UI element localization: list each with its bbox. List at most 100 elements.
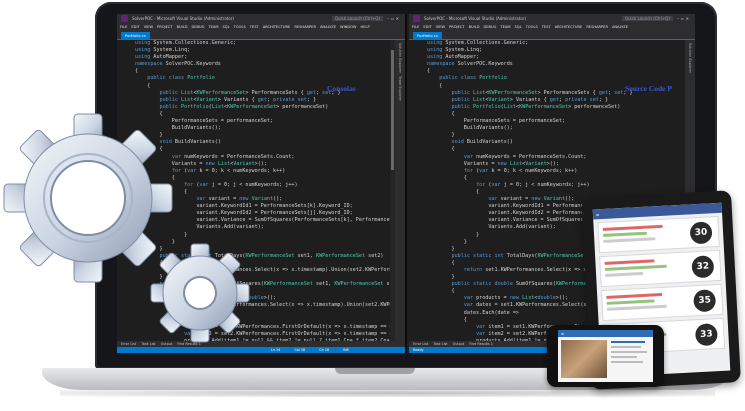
tablet-card[interactable]: 32 bbox=[599, 249, 722, 288]
code-line: using AutoMapper; bbox=[135, 54, 188, 61]
tab-error-list[interactable]: Error List bbox=[121, 342, 136, 346]
quick-launch-input[interactable]: Quick Launch (Ctrl+Q) bbox=[331, 16, 383, 21]
code-line: PerformanceSets = performanceSet; bbox=[427, 118, 566, 125]
code-line: } bbox=[135, 132, 163, 139]
code-line: var variant = new Variant(); bbox=[196, 196, 283, 203]
menu-project[interactable]: PROJECT bbox=[157, 25, 173, 29]
tab-portfolio-cs[interactable]: Portfolio.cs bbox=[121, 32, 150, 39]
status-col: Col 18 bbox=[294, 348, 306, 352]
menu-file[interactable]: FILE bbox=[412, 25, 419, 29]
menu-architecture[interactable]: ARCHITECTURE bbox=[555, 25, 583, 29]
code-line: PerformanceSets = performanceSet; bbox=[135, 118, 274, 125]
code-line: { bbox=[159, 146, 163, 153]
tool-solution-explorer[interactable]: Solution Explorer bbox=[398, 43, 402, 73]
menu-window[interactable]: WINDOW bbox=[340, 25, 356, 29]
menu-view[interactable]: VIEW bbox=[436, 25, 445, 29]
status-bar: Ln 24 Col 18 Ch 18 INS bbox=[117, 347, 405, 353]
code-line: { bbox=[427, 110, 455, 117]
tablet-card[interactable]: 35 bbox=[600, 283, 724, 322]
menu-help[interactable]: HELP bbox=[360, 25, 369, 29]
tab-output[interactable]: Output bbox=[453, 342, 465, 346]
menu-edit[interactable]: EDIT bbox=[423, 25, 431, 29]
laptop-notch bbox=[335, 368, 415, 374]
menu-debug[interactable]: DEBUG bbox=[192, 25, 205, 29]
tab-task-list[interactable]: Task List bbox=[433, 342, 447, 346]
tab-error-list[interactable]: Error List bbox=[413, 342, 428, 346]
menu-analyze[interactable]: ANALYZE bbox=[612, 25, 628, 29]
phone-device: ≡ bbox=[547, 325, 664, 387]
product-image[interactable] bbox=[561, 340, 607, 378]
code-line: for (var k = 0; k < numKeywords; k++) bbox=[463, 167, 578, 174]
menu-bar: FILE EDIT VIEW PROJECT BUILD DEBUG TEAM SQL TOOL… bbox=[409, 23, 695, 31]
menu-tools[interactable]: TOOLS bbox=[234, 25, 246, 29]
code-line: public Portfolio(List<KWPerformanceSet> … bbox=[159, 103, 329, 110]
menu-analyze[interactable]: ANALYZE bbox=[320, 25, 336, 29]
quick-launch-input[interactable]: Quick Launch (Ctrl+Q) bbox=[621, 16, 673, 21]
menu-sql[interactable]: SQL bbox=[222, 25, 229, 29]
menu-architecture[interactable]: ARCHITECTURE bbox=[263, 25, 291, 29]
code-line: variant.Variance = SumOfSquares(Performa… bbox=[196, 217, 395, 224]
code-line: for (var k = 0; k < numKeywords; k++) bbox=[171, 167, 286, 174]
titlebar: SolverPOC - Microsoft Visual Studio (Adm… bbox=[409, 14, 695, 23]
status-ins: INS bbox=[343, 348, 349, 352]
code-line: public List<Variant> Variants { get; pri… bbox=[159, 96, 317, 103]
menu-icon[interactable]: ≡ bbox=[596, 212, 600, 217]
code-line: { bbox=[427, 174, 467, 181]
code-line: public Portfolio(List<KWPerformanceSet> … bbox=[451, 103, 621, 110]
status-ch: Ch 18 bbox=[319, 348, 330, 352]
product-details bbox=[611, 341, 649, 366]
code-line: { bbox=[135, 68, 139, 75]
code-line: Variants = new List<Variant>(); bbox=[427, 160, 559, 167]
menu-resharper[interactable]: RESHARPER bbox=[294, 25, 316, 29]
menu-build[interactable]: BUILD bbox=[177, 25, 188, 29]
menu-team[interactable]: TEAM bbox=[208, 25, 218, 29]
menu-edit[interactable]: EDIT bbox=[131, 25, 139, 29]
side-tool-strip: Solution Explorer Team Explorer bbox=[395, 40, 405, 341]
score-badge: 35 bbox=[693, 289, 717, 313]
code-line: public List<KWPerformanceSet> Performanc… bbox=[159, 89, 341, 96]
menu-resharper[interactable]: RESHARPER bbox=[586, 25, 608, 29]
window-title: SolverPOC - Microsoft Visual Studio (Adm… bbox=[424, 16, 526, 21]
menu-sql[interactable]: SQL bbox=[514, 25, 521, 29]
menu-icon[interactable]: ≡ bbox=[561, 332, 564, 336]
tool-team-explorer[interactable]: Team Explorer bbox=[398, 76, 402, 101]
menu-debug[interactable]: DEBUG bbox=[484, 25, 497, 29]
code-line: Variants = new List<Variant>(); bbox=[135, 160, 267, 167]
menu-test[interactable]: TEST bbox=[250, 25, 259, 29]
code-line: namespace SolverPOC.Keywords bbox=[427, 61, 513, 68]
score-badge: 33 bbox=[694, 323, 718, 347]
code-line: variant.KeywordId2 = PerformanceSets[j].… bbox=[135, 210, 353, 217]
score-badge: 32 bbox=[691, 255, 715, 279]
laptop-shadow bbox=[60, 389, 715, 397]
font-label: Consolas bbox=[327, 84, 356, 93]
code-line: BuildVariants(); bbox=[135, 125, 221, 132]
code-line: using System.Collections.Generic; bbox=[135, 40, 237, 46]
menu-team[interactable]: TEAM bbox=[500, 25, 510, 29]
code-line: var numKeywords = PerformanceSets.Count; bbox=[463, 153, 587, 160]
window-controls-icon[interactable]: –▫✕ bbox=[387, 16, 401, 21]
code-line: { bbox=[184, 188, 188, 195]
code-line: } bbox=[135, 231, 188, 238]
scrollbar-thumb[interactable] bbox=[391, 50, 394, 170]
menu-tools[interactable]: TOOLS bbox=[526, 25, 538, 29]
code-line: } bbox=[427, 132, 455, 139]
tablet-card[interactable]: 30 bbox=[597, 215, 720, 254]
document-tabs: Portfolio.cs bbox=[409, 31, 695, 40]
tab-portfolio-cs[interactable]: Portfolio.cs bbox=[413, 32, 442, 39]
visual-studio-icon bbox=[121, 15, 128, 22]
menu-file[interactable]: FILE bbox=[120, 25, 127, 29]
menu-project[interactable]: PROJECT bbox=[449, 25, 465, 29]
menu-test[interactable]: TEST bbox=[542, 25, 551, 29]
window-controls-icon[interactable]: –▫✕ bbox=[677, 16, 691, 21]
tab-find-results[interactable]: Find Results 1 bbox=[469, 342, 493, 346]
score-badge: 30 bbox=[689, 221, 713, 245]
phone-screen: ≡ bbox=[558, 330, 653, 382]
code-line: void BuildVariants() bbox=[159, 139, 221, 146]
font-label: Source Code P bbox=[625, 84, 672, 93]
menu-build[interactable]: BUILD bbox=[469, 25, 480, 29]
code-line: { bbox=[427, 68, 431, 75]
status-ready: Ready bbox=[413, 348, 424, 352]
menu-view[interactable]: VIEW bbox=[144, 25, 153, 29]
code-line: using System.Collections.Generic; bbox=[427, 40, 529, 46]
tool-solution-explorer[interactable]: Solution Explorer bbox=[688, 43, 692, 73]
